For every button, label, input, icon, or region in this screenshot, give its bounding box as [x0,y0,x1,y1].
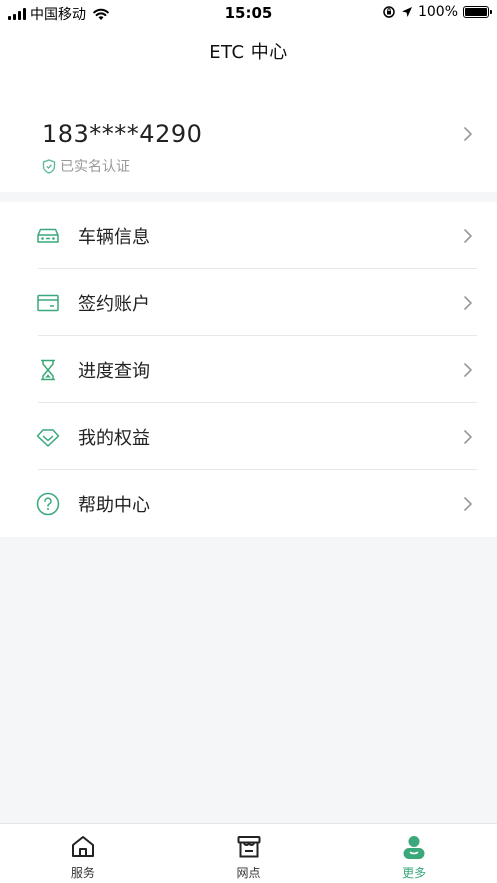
location-icon [401,7,412,17]
tab-label: 服务 [70,866,95,880]
verification-label: 已实名认证 [60,159,130,175]
tab-label: 网点 [236,866,261,880]
tab-label: 更多 [402,866,427,880]
hourglass-icon [41,359,55,381]
orientation-lock-icon [383,6,395,18]
menu-item-label: 我的权益 [78,428,150,449]
home-icon [71,836,94,857]
store-icon [237,836,260,858]
menu-item-label: 签约账户 [78,294,150,315]
page-title: ETC 中心 [209,42,288,63]
profile-card[interactable]: 183****4290 已实名认证 [0,76,497,192]
help-icon [36,492,60,516]
card-icon [37,294,59,312]
person-icon [403,836,425,859]
menu-item-label: 进度查询 [78,361,150,382]
status-bar: 中国移动 15:05 100% [0,0,497,26]
battery-icon [463,6,492,18]
tab-more[interactable]: 更多 [331,824,497,883]
menu-item-signed-account[interactable]: 签约账户 [0,269,497,336]
menu-item-my-benefits[interactable]: 我的权益 [0,403,497,470]
verification-status: 已实名认证 [42,156,130,176]
chevron-right-icon [464,229,472,243]
menu-list: 车辆信息 签约账户 进度查询 我的权益 帮助中心 [0,202,497,537]
tab-outlets[interactable]: 网点 [166,824,332,883]
status-right: 100% [382,4,492,20]
menu-item-help-center[interactable]: 帮助中心 [0,470,497,537]
chevron-right-icon [464,430,472,444]
menu-item-vehicle-info[interactable]: 车辆信息 [0,202,497,269]
diamond-icon [36,429,60,447]
menu-item-label: 帮助中心 [78,495,150,516]
shield-icon [42,158,56,174]
tab-service[interactable]: 服务 [0,824,166,883]
chevron-right-icon [464,497,472,511]
menu-item-progress-query[interactable]: 进度查询 [0,336,497,403]
chevron-right-icon [464,363,472,377]
chevron-right-icon [464,127,472,141]
tab-bar: 服务 网点 更多 [0,823,497,883]
phone-number: 183****4290 [42,120,203,148]
menu-item-label: 车辆信息 [78,227,150,248]
battery-percent: 100% [417,4,458,20]
chevron-right-icon [464,296,472,310]
car-icon [37,228,59,243]
nav-bar: ETC 中心 [0,26,497,76]
